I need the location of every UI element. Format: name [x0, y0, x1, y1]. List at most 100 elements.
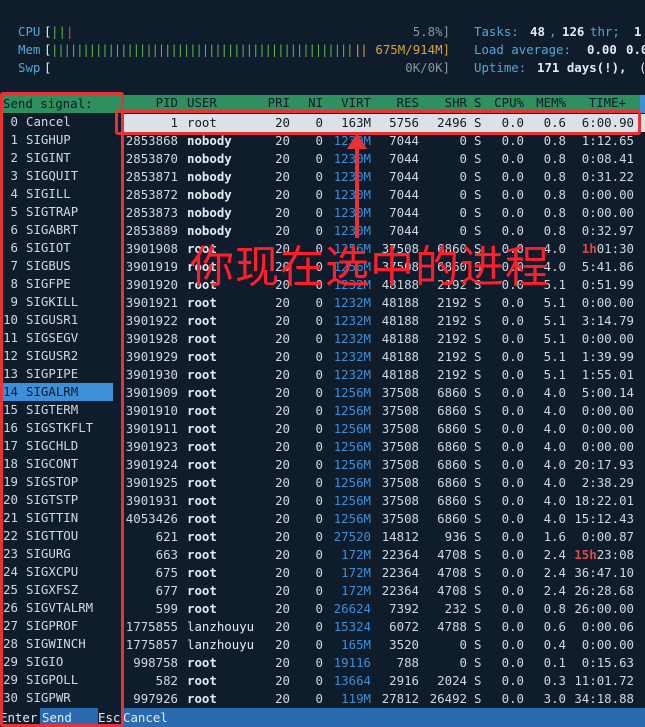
time-hours-highlight: 15h [574, 547, 597, 562]
signal-item[interactable]: 28 SIGWINCH [0, 635, 113, 653]
signal-item[interactable]: 13 SIGPIPE [0, 365, 113, 383]
ni-cell: 0 [315, 511, 323, 526]
virt-cell: 19116 [333, 655, 371, 670]
signal-item[interactable]: 21 SIGTTIN [0, 509, 113, 527]
ni-cell: 0 [315, 403, 323, 418]
shr-cell: 0 [459, 205, 467, 220]
signal-item[interactable]: 9 SIGKILL [0, 293, 113, 311]
signal-number: 6 [10, 240, 18, 255]
signal-number: 22 [3, 528, 18, 543]
signal-item[interactable]: 12 SIGUSR2 [0, 347, 113, 365]
column-state[interactable]: S [474, 95, 481, 110]
res-cell: 37508 [381, 421, 419, 436]
time-value: 26:00.00 [574, 601, 634, 616]
signal-item[interactable]: 17 SIGCHLD [0, 437, 113, 455]
signal-item[interactable]: 27 SIGPROF [0, 617, 113, 635]
signal-number: 6 [10, 222, 18, 237]
cpu-cell: 0.0 [501, 403, 524, 418]
column-cpu[interactable]: CPU% [484, 95, 524, 110]
signal-item[interactable]: 6 SIGIOT [0, 239, 113, 257]
signal-item[interactable]: 1 SIGHUP [0, 131, 113, 149]
signal-item[interactable]: 19 SIGSTOP [0, 473, 113, 491]
state-cell: S [474, 169, 482, 184]
user-cell: nobody [187, 223, 232, 238]
pid-cell: 663 [155, 547, 178, 562]
signal-item[interactable]: 16 SIGSTKFLT [0, 419, 113, 437]
shr-cell: 2192 [437, 331, 467, 346]
virt-cell: 172M [341, 565, 371, 580]
time-value: 1:55.01 [581, 367, 634, 382]
cpu-bar-kernel: | [66, 24, 74, 39]
shr-cell: 2192 [437, 367, 467, 382]
column-pid[interactable]: PID [122, 95, 178, 110]
enter-key[interactable]: Enter [0, 708, 40, 727]
signal-item[interactable]: 7 SIGBUS [0, 257, 113, 275]
esc-key[interactable]: Esc [98, 708, 122, 727]
signal-number: 29 [3, 654, 18, 669]
shr-cell: 0 [459, 637, 467, 652]
time-value: 0:00.00 [581, 295, 634, 310]
shr-cell: 6860 [437, 385, 467, 400]
user-cell: nobody [187, 187, 232, 202]
signal-item[interactable]: 18 SIGCONT [0, 455, 113, 473]
signal-item[interactable]: 24 SIGXCPU [0, 563, 113, 581]
signal-number: 8 [10, 276, 18, 291]
column-mem[interactable]: MEM% [526, 95, 566, 110]
signal-item[interactable]: 26 SIGVTALRM [0, 599, 113, 617]
res-cell: 7044 [389, 187, 419, 202]
time-value: 0:32.97 [581, 223, 634, 238]
function-bar: Enter Send Esc Cancel [0, 708, 645, 727]
user-cell: lanzhouyu [187, 619, 255, 634]
time-cell: 0:00.00 [560, 330, 634, 348]
state-cell: S [474, 655, 482, 670]
column-virt[interactable]: VIRT [325, 95, 371, 110]
signal-number: 16 [3, 420, 18, 435]
signal-item[interactable]: 29 SIGIO [0, 653, 113, 671]
ni-cell: 0 [315, 547, 323, 562]
virt-cell: 1256M [333, 457, 371, 472]
time-cell: 0:00.00 [560, 294, 634, 312]
signal-item[interactable]: 3 SIGQUIT [0, 167, 113, 185]
virt-cell: 15324 [333, 619, 371, 634]
signal-item[interactable]: 29 SIGPOLL [0, 671, 113, 689]
column-res[interactable]: RES [375, 95, 419, 110]
time-hours-highlight: 1h [581, 241, 597, 256]
column-shr[interactable]: SHR [422, 95, 467, 110]
shr-cell: 0 [459, 151, 467, 166]
state-cell: S [474, 385, 482, 400]
signal-item[interactable]: 10 SIGUSR1 [0, 311, 113, 329]
send-action[interactable]: Send [42, 708, 72, 727]
pri-cell: 20 [275, 403, 290, 418]
signal-item[interactable]: 20 SIGTSTP [0, 491, 113, 509]
signal-item[interactable]: 0 Cancel [0, 113, 113, 131]
signal-item[interactable]: 2 SIGINT [0, 149, 113, 167]
signal-item[interactable]: 6 SIGABRT [0, 221, 113, 239]
time-cell: 6:00.90 [560, 114, 634, 132]
signal-number: 21 [3, 510, 18, 525]
signal-item[interactable]: 4 SIGILL [0, 185, 113, 203]
column-user[interactable]: USER [187, 95, 217, 110]
column-pri[interactable]: PRI [250, 95, 290, 110]
signal-item[interactable]: 11 SIGSEGV [0, 329, 113, 347]
column-time[interactable]: TIME+ [570, 95, 626, 110]
signal-item[interactable]: 14 SIGALRM [0, 383, 113, 401]
column-ni[interactable]: NI [295, 95, 323, 110]
signal-item[interactable]: 15 SIGTERM [0, 401, 113, 419]
virt-cell: 27520 [333, 529, 371, 544]
state-cell: S [474, 529, 482, 544]
signal-item[interactable]: 22 SIGTTOU [0, 527, 113, 545]
signal-item[interactable]: 25 SIGXFSZ [0, 581, 113, 599]
signal-item[interactable]: 5 SIGTRAP [0, 203, 113, 221]
time-cell: 0:00.06 [560, 618, 634, 636]
shr-cell: 0 [459, 187, 467, 202]
cancel-action[interactable]: Cancel [123, 708, 168, 727]
time-cell: 0:00.00 [560, 636, 634, 654]
signal-item[interactable]: 23 SIGURG [0, 545, 113, 563]
pri-cell: 20 [275, 313, 290, 328]
time-cell: 0:00.00 [560, 186, 634, 204]
signal-item[interactable]: 30 SIGPWR [0, 689, 113, 707]
time-value: 0:00.00 [581, 331, 634, 346]
pri-cell: 20 [275, 187, 290, 202]
user-cell: root [187, 115, 217, 130]
signal-item[interactable]: 8 SIGFPE [0, 275, 113, 293]
